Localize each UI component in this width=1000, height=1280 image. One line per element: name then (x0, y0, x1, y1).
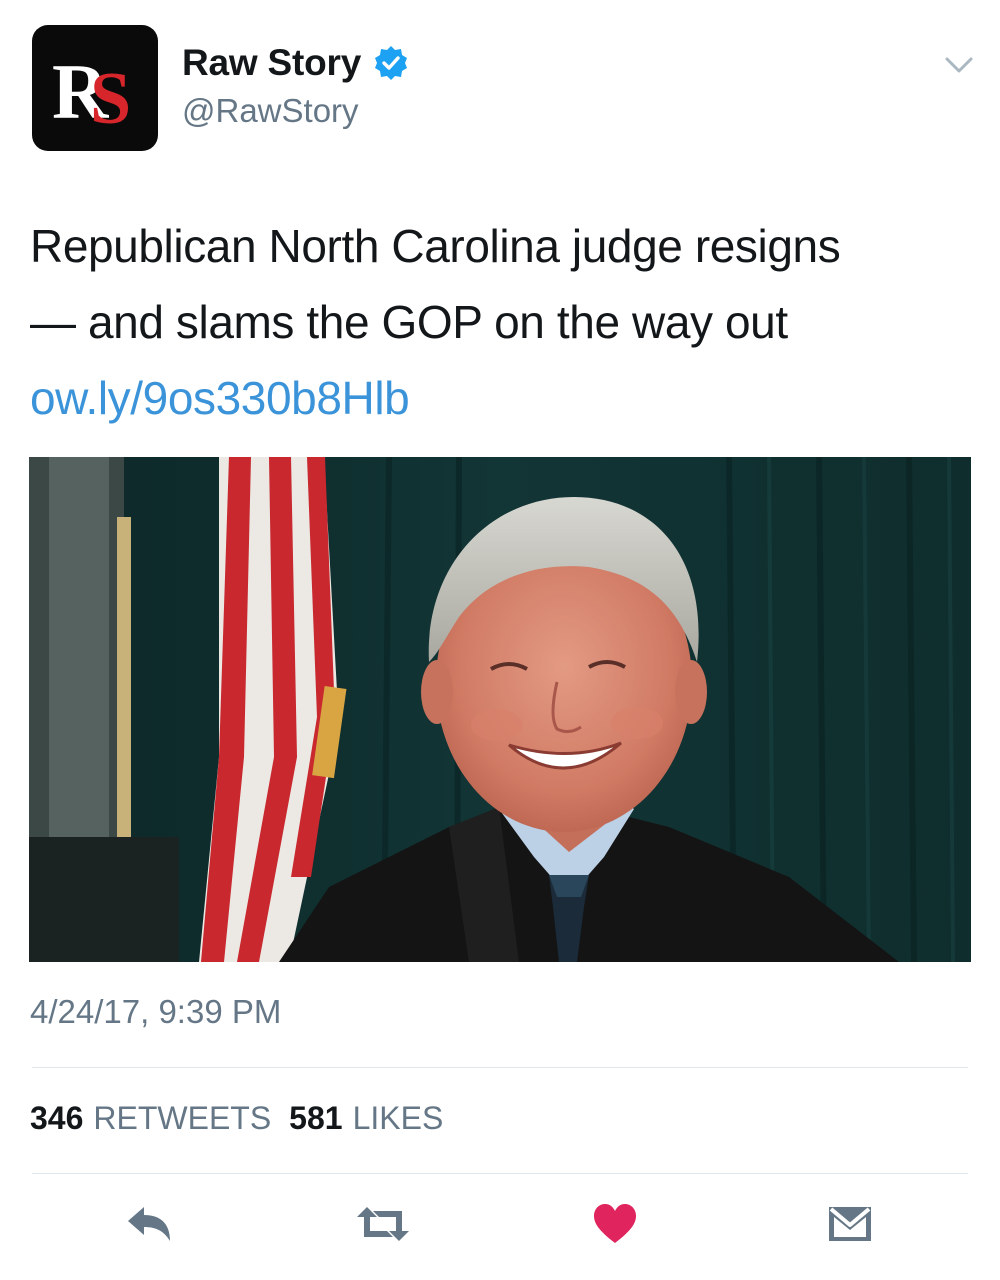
likes-label: LIKES (352, 1100, 444, 1136)
retweets-stat[interactable]: 346 RETWEETS (30, 1100, 271, 1137)
verified-badge-icon (375, 46, 408, 80)
handle[interactable]: @RawStory (182, 92, 359, 130)
tweet-actions (0, 1195, 1000, 1255)
tweet-header: R S Raw Story @RawStory (0, 0, 1000, 170)
tweet-timestamp[interactable]: 4/24/17, 9:39 PM (30, 993, 281, 1031)
heart-icon[interactable] (592, 1203, 638, 1245)
likes-stat[interactable]: 581 LIKES (289, 1100, 443, 1137)
retweets-label: RETWEETS (93, 1100, 272, 1136)
logo-letter-s: S (90, 58, 131, 140)
tweet-media-photo[interactable] (29, 457, 971, 962)
tweet-stats: 346 RETWEETS 581 LIKES (30, 1100, 443, 1137)
tweet-text-line-1: Republican North Carolina judge resigns (30, 220, 841, 272)
envelope-icon[interactable] (826, 1203, 874, 1245)
retweet-icon[interactable] (355, 1203, 411, 1245)
reply-icon[interactable] (124, 1203, 174, 1245)
tweet-text-line-2: — and slams the GOP on the way out (30, 296, 788, 348)
divider (32, 1067, 968, 1068)
divider (32, 1173, 968, 1174)
chevron-down-icon[interactable] (944, 54, 974, 76)
tweet-link[interactable]: ow.ly/9os330b8Hlb (30, 360, 970, 436)
raw-story-logo: R S (52, 48, 131, 140)
tweet-text: Republican North Carolina judge resigns … (30, 208, 970, 436)
name-row: Raw Story (182, 42, 409, 84)
likes-count: 581 (289, 1100, 343, 1136)
display-name[interactable]: Raw Story (182, 42, 361, 84)
avatar[interactable]: R S (32, 25, 158, 151)
judge-photo (29, 457, 971, 962)
retweets-count: 346 (30, 1100, 84, 1136)
